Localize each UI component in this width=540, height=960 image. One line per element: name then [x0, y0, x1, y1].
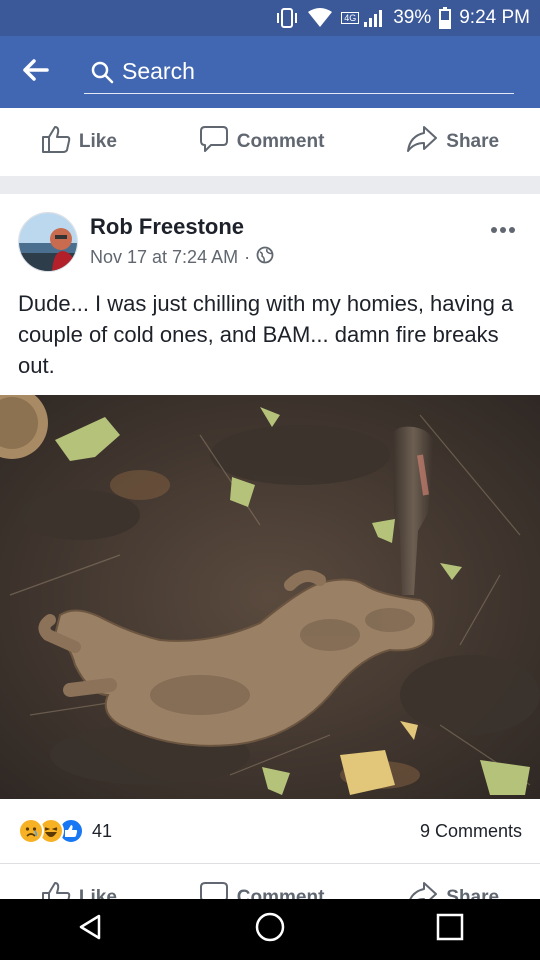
post-author[interactable]: Rob Freestone: [90, 214, 244, 240]
top-app-bar: [0, 36, 540, 108]
like-icon: [41, 881, 71, 899]
post-share-button[interactable]: Share: [406, 881, 499, 899]
comment-icon: [199, 125, 229, 159]
search-bar[interactable]: [84, 50, 514, 94]
system-nav-bar: [0, 899, 540, 960]
vibrate-icon: [275, 7, 299, 29]
share-label: Share: [446, 131, 500, 152]
previous-post-actions: Like Comment Share: [0, 108, 540, 176]
post-text: Dude... I was just chilling with my homi…: [18, 291, 514, 378]
post-stats: 41 9 Comments: [0, 799, 540, 864]
post-comment-button[interactable]: Comment: [199, 881, 325, 899]
back-arrow-icon: [21, 58, 49, 87]
share-icon: [406, 125, 438, 159]
sad-reaction-icon: [18, 818, 44, 844]
comment-button[interactable]: Comment: [199, 125, 325, 159]
nav-recents-icon[interactable]: [435, 912, 465, 947]
reaction-count: 41: [92, 820, 113, 841]
share-button[interactable]: Share: [406, 125, 499, 159]
avatar[interactable]: [18, 212, 78, 272]
like-icon: [41, 125, 71, 159]
comment-label: Comment: [236, 131, 325, 152]
post-actions: Like Comment Share: [0, 871, 540, 899]
post-meta: Nov 17 at 7:24 AM ·: [90, 246, 274, 269]
status-time: 9:24 PM: [459, 7, 530, 28]
post-photo[interactable]: [0, 395, 540, 799]
network-badge: 4G: [341, 12, 360, 24]
like-label: Like: [78, 887, 117, 899]
share-icon: [406, 881, 438, 899]
post-like-button[interactable]: Like: [41, 881, 117, 899]
nav-back-icon[interactable]: [75, 912, 105, 947]
comments-count-link[interactable]: 9 Comments: [420, 821, 522, 842]
back-button[interactable]: [0, 36, 70, 108]
search-input[interactable]: [122, 58, 482, 85]
meta-separator: ·: [244, 247, 251, 267]
battery-percent: 39%: [393, 7, 432, 28]
status-bar: 4G 39% 9:24 PM: [0, 0, 540, 36]
post-timestamp[interactable]: Nov 17 at 7:24 AM: [90, 247, 238, 268]
like-label: Like: [78, 131, 117, 152]
globe-icon: [256, 246, 274, 269]
comment-label: Comment: [236, 887, 325, 899]
battery-icon: [439, 7, 452, 29]
share-label: Share: [446, 887, 500, 899]
post-card: Rob Freestone Nov 17 at 7:24 AM · Dude..…: [0, 194, 540, 899]
signal-icon: [363, 8, 385, 28]
comment-icon: [199, 881, 229, 899]
more-options-button[interactable]: [490, 214, 516, 240]
like-button[interactable]: Like: [41, 125, 117, 159]
more-icon: [490, 214, 516, 239]
nav-home-icon[interactable]: [254, 911, 286, 948]
wifi-icon: [307, 8, 333, 28]
search-icon: [90, 60, 114, 84]
reactions-summary[interactable]: 41: [18, 818, 112, 844]
